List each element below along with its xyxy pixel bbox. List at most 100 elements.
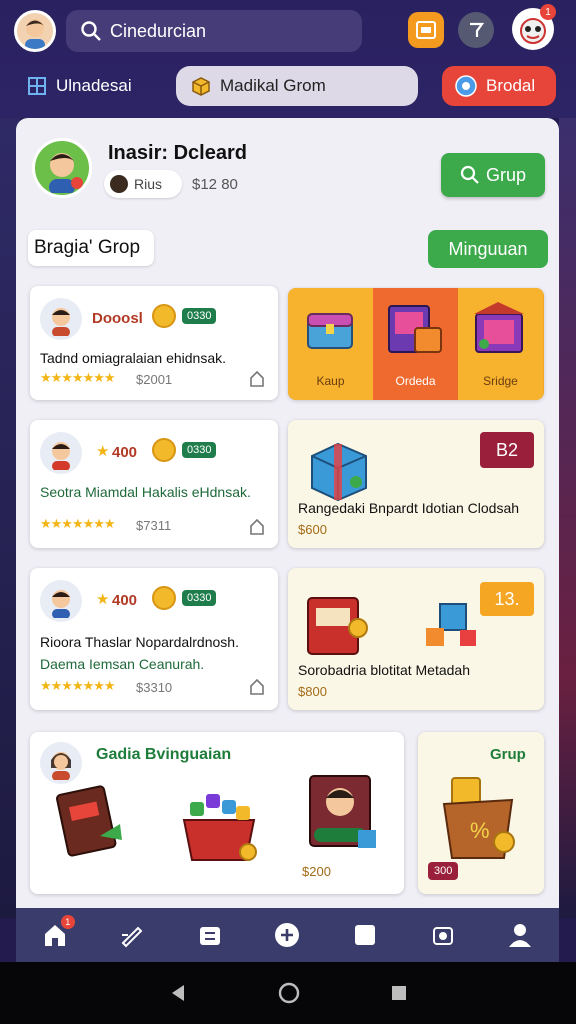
minguan-button[interactable]: Minguuan xyxy=(428,230,548,268)
camera-icon xyxy=(432,927,453,945)
promo-card[interactable]: B2 Rangedaki Bnpardt Idotian Clodsah $60… xyxy=(288,420,544,548)
search-icon xyxy=(460,165,479,184)
card-badge: 0330 xyxy=(182,308,217,324)
nav-profile[interactable] xyxy=(500,915,540,955)
promo-segment-label: Kaup xyxy=(316,374,345,388)
rating-stars-icon: ★★★★★★★ xyxy=(40,516,116,531)
person-icon xyxy=(509,924,532,947)
card-description: Seotra Miamdal Hakalis eHdnsak. xyxy=(40,484,251,500)
blocks-icon xyxy=(426,603,476,646)
profile-chip[interactable]: Rius xyxy=(104,170,182,198)
pen-icon xyxy=(121,926,143,948)
star-icon: ★ xyxy=(96,591,110,608)
section-title: Bragia' Grop xyxy=(28,230,154,266)
building-icon xyxy=(28,77,46,95)
search-icon xyxy=(81,21,101,41)
square-icon xyxy=(355,925,376,945)
recents-icon[interactable] xyxy=(390,984,408,1002)
card-title: 400 xyxy=(112,444,138,461)
star-icon: ★ xyxy=(96,443,110,460)
card-price: $7311 xyxy=(136,518,172,533)
game-box-icon xyxy=(388,305,442,353)
search-input[interactable]: Cinedurcian xyxy=(66,10,362,52)
transfer-icon xyxy=(199,927,220,945)
mailbox-icon xyxy=(307,597,368,655)
notification-badge: 1 xyxy=(60,915,75,929)
promo-banner-triple[interactable]: Kaup Ordeda Sridge xyxy=(288,288,544,400)
card-price: $2001 xyxy=(136,372,173,387)
share-icon[interactable] xyxy=(248,678,266,696)
profile-coins: $12 80 xyxy=(192,176,238,193)
featured-card[interactable]: Gadia Bvinguaian $200 xyxy=(30,732,404,894)
share-icon[interactable] xyxy=(248,370,266,388)
main-panel: Inasir: Dcleard Rius $12 80 Grup Bragia'… xyxy=(16,118,559,908)
mascot-icon[interactable]: 1 xyxy=(512,4,556,50)
list-item[interactable]: Dooosl 0330 Tadnd omiagralaian ehidnsak.… xyxy=(30,286,278,400)
side-promo-badge: 300 xyxy=(428,862,459,880)
globe-icon xyxy=(455,75,477,97)
featured-price: $200 xyxy=(302,864,331,879)
nav-activity[interactable] xyxy=(112,915,152,955)
grup-button-label: Grup xyxy=(485,164,527,185)
plus-icon xyxy=(275,923,300,947)
promo-card[interactable]: 13. Sorobadria blotitat Metadah $800 xyxy=(288,568,544,710)
rating-stars-icon: ★★★★★★★ xyxy=(40,370,116,385)
tab-madikal-grom[interactable]: Madikal Grom xyxy=(176,66,418,106)
tab-brodal[interactable]: Brodal xyxy=(442,66,556,106)
card-description: Rioora Thaslar Nopardalrdnosh. xyxy=(40,634,239,650)
right-backdrop xyxy=(559,118,576,918)
nav-cards[interactable] xyxy=(345,915,385,955)
user-avatar[interactable] xyxy=(14,10,56,52)
character-card-icon xyxy=(309,775,376,848)
promo-price: $600 xyxy=(298,522,327,537)
promo-segment[interactable]: Kaup xyxy=(288,288,373,400)
profile-chip-label: Rius xyxy=(134,176,163,192)
gem-basket-icon xyxy=(182,794,257,861)
share-icon[interactable] xyxy=(248,518,266,536)
profile-avatar[interactable] xyxy=(32,138,92,198)
home-circle-icon[interactable] xyxy=(278,982,300,1004)
gift-cube-icon xyxy=(311,442,367,502)
nav-add[interactable] xyxy=(267,915,307,955)
gift-box-icon xyxy=(474,302,524,353)
tab-label: Ulnadesai xyxy=(56,76,132,95)
avatar xyxy=(40,580,82,622)
bottom-navigation: 1 xyxy=(16,908,559,962)
system-navigation-bar xyxy=(0,962,576,1024)
card-title: Dooosl xyxy=(92,310,143,327)
promo-segment[interactable]: Sridge xyxy=(458,288,543,400)
avatar xyxy=(40,742,82,784)
promo-segment[interactable]: Ordeda xyxy=(373,288,458,400)
list-item[interactable]: ★ 400 0330 Seotra Miamdal Hakalis eHdnsa… xyxy=(30,420,278,548)
chat-icon[interactable] xyxy=(458,12,494,48)
nav-home[interactable]: 1 xyxy=(35,915,75,955)
profile-name: Inasir: Dcleard xyxy=(108,142,247,164)
svg-text:%: % xyxy=(470,818,490,843)
promo-text: Rangedaki Bnpardt Idotian Clodsah xyxy=(298,500,520,516)
card-title: 400 xyxy=(112,592,138,609)
avatar xyxy=(40,432,82,474)
coin-icon xyxy=(152,438,176,462)
coin-icon xyxy=(152,304,176,328)
tab-ulnadesai[interactable]: Ulnadesai xyxy=(26,66,166,106)
gallery-icon[interactable] xyxy=(408,12,444,48)
card-description-secondary: Daema Iemsan Ceanurah. xyxy=(40,656,205,672)
grup-button[interactable]: Grup xyxy=(441,153,545,197)
back-icon[interactable] xyxy=(168,983,188,1003)
list-item[interactable]: ★ 400 0330 Rioora Thaslar Nopardalrdnosh… xyxy=(30,568,278,710)
nav-transfer[interactable] xyxy=(190,915,230,955)
search-text: Cinedurcian xyxy=(110,20,207,41)
nav-camera[interactable] xyxy=(423,915,463,955)
avatar xyxy=(40,298,82,340)
box-icon xyxy=(192,77,210,96)
treasure-chest-icon xyxy=(307,313,353,349)
promo-segment-label: Ordeda xyxy=(395,374,436,388)
mini-avatar-icon xyxy=(110,175,128,193)
book-icon xyxy=(56,785,122,857)
notification-badge: 1 xyxy=(540,4,556,20)
side-promo-card[interactable]: Grup % 300 xyxy=(418,732,544,894)
promo-tag: B2 xyxy=(480,432,534,468)
card-price: $3310 xyxy=(136,680,173,695)
rating-stars-icon: ★★★★★★★ xyxy=(40,678,116,693)
card-badge: 0330 xyxy=(182,442,217,458)
